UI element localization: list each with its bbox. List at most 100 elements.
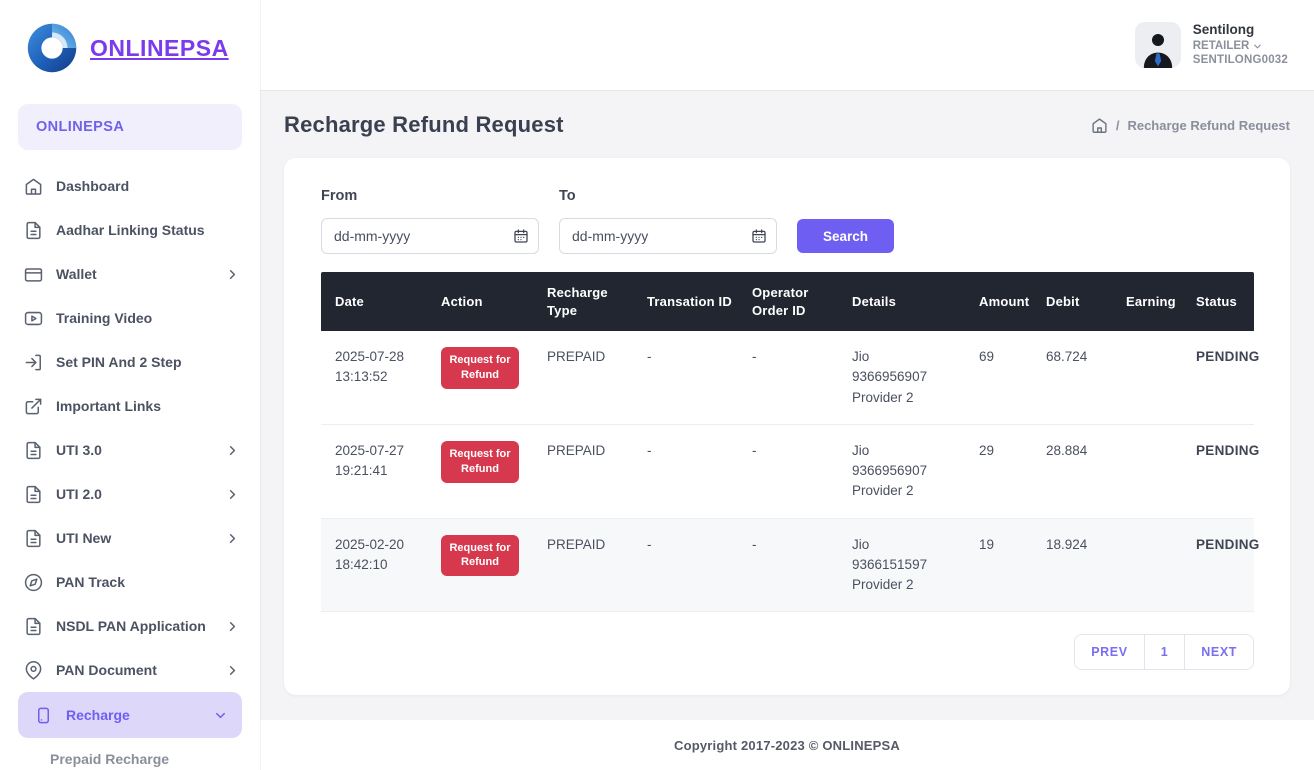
- status-badge: PENDING: [1196, 349, 1260, 364]
- sidebar-item-training-video[interactable]: Training Video: [0, 296, 260, 340]
- page-number-button[interactable]: 1: [1145, 635, 1186, 669]
- video-icon: [24, 309, 43, 328]
- request-refund-button[interactable]: Request for Refund: [441, 441, 519, 483]
- to-date-input[interactable]: [559, 218, 777, 254]
- row-recharge-type: PREPAID: [539, 424, 639, 518]
- sidebar-item-uti-20[interactable]: UTI 2.0: [0, 472, 260, 516]
- brand-logo[interactable]: ONLINEPSA: [0, 0, 260, 96]
- row-amount: 19: [971, 518, 1038, 612]
- sidebar-item-uti-30[interactable]: UTI 3.0: [0, 428, 260, 472]
- file-text-icon: [24, 221, 43, 240]
- table-row: 2025-02-2018:42:10 Request for Refund PR…: [321, 518, 1254, 612]
- row-transaction-id: -: [639, 424, 744, 518]
- request-refund-button[interactable]: Request for Refund: [441, 535, 519, 577]
- sidebar-item-aadhar-linking-status[interactable]: Aadhar Linking Status: [0, 208, 260, 252]
- wallet-icon: [24, 265, 43, 284]
- status-badge: PENDING: [1196, 443, 1260, 458]
- avatar: [1135, 22, 1181, 68]
- chevron-right-icon: [225, 619, 240, 634]
- col-operator-order-id: Operator Order ID: [744, 272, 844, 331]
- row-date: 2025-07-27: [335, 441, 425, 461]
- row-earning: [1118, 331, 1188, 424]
- sidebar-title: ONLINEPSA: [18, 104, 242, 150]
- col-status: Status: [1188, 272, 1254, 331]
- filter-bar: From To Search: [321, 188, 1253, 254]
- row-operator-order-id: -: [744, 424, 844, 518]
- chevron-right-icon: [225, 487, 240, 502]
- user-name: Sentilong: [1193, 22, 1288, 39]
- home-icon: [24, 177, 43, 196]
- chevron-right-icon: [225, 531, 240, 546]
- row-details: Jio9366956907Provider 2: [844, 424, 971, 518]
- chevron-down-icon: [213, 708, 228, 723]
- compass-icon: [24, 573, 43, 592]
- to-label: To: [559, 188, 777, 204]
- from-date-field: From: [321, 188, 539, 254]
- row-earning: [1118, 424, 1188, 518]
- row-debit: 68.724: [1038, 331, 1118, 424]
- smartphone-icon: [34, 706, 53, 725]
- main-area: Sentilong RETAILER SENTILONG0032 Recharg…: [260, 0, 1314, 770]
- sidebar-item-prepaid-recharge[interactable]: Prepaid Recharge: [0, 738, 260, 770]
- row-transaction-id: -: [639, 518, 744, 612]
- row-details: Jio9366151597Provider 2: [844, 518, 971, 612]
- user-meta: Sentilong RETAILER SENTILONG0032: [1193, 22, 1288, 68]
- sidebar-item-important-links[interactable]: Important Links: [0, 384, 260, 428]
- person-icon: [1138, 28, 1178, 68]
- col-date: Date: [321, 272, 433, 331]
- row-operator-order-id: -: [744, 331, 844, 424]
- title-row: Recharge Refund Request / Recharge Refun…: [284, 104, 1290, 142]
- row-date: 2025-02-20: [335, 535, 425, 555]
- sidebar-item-set-pin[interactable]: Set PIN And 2 Step: [0, 340, 260, 384]
- sidebar-item-nsdl-pan-application[interactable]: NSDL PAN Application: [0, 604, 260, 648]
- footer: Copyright 2017-2023 © ONLINEPSA: [260, 720, 1314, 770]
- breadcrumb-current: Recharge Refund Request: [1127, 118, 1290, 133]
- breadcrumb-separator: /: [1116, 118, 1120, 133]
- table-row: 2025-07-2719:21:41 Request for Refund PR…: [321, 424, 1254, 518]
- file-text-icon: [24, 617, 43, 636]
- next-page-button[interactable]: NEXT: [1185, 635, 1253, 669]
- brand-swirl-icon: [22, 17, 84, 79]
- from-label: From: [321, 188, 539, 204]
- chevron-down-icon: [1252, 41, 1263, 52]
- file-text-icon: [24, 485, 43, 504]
- prev-page-button[interactable]: PREV: [1075, 635, 1144, 669]
- copyright-text: Copyright 2017-2023 © ONLINEPSA: [674, 738, 900, 753]
- col-transaction-id: Transation ID: [639, 272, 744, 331]
- col-debit: Debit: [1038, 272, 1118, 331]
- row-operator-order-id: -: [744, 518, 844, 612]
- row-time: 18:42:10: [335, 555, 425, 575]
- home-icon[interactable]: [1091, 117, 1108, 134]
- sidebar-item-wallet[interactable]: Wallet: [0, 252, 260, 296]
- row-time: 19:21:41: [335, 461, 425, 481]
- brand-name: ONLINEPSA: [90, 35, 229, 62]
- row-earning: [1118, 518, 1188, 612]
- refund-request-card: From To Search: [284, 158, 1290, 695]
- sidebar-item-recharge[interactable]: Recharge: [18, 692, 242, 738]
- col-earning: Earning: [1118, 272, 1188, 331]
- pagination-row: PREV 1 NEXT: [321, 634, 1254, 670]
- page-content: Recharge Refund Request / Recharge Refun…: [260, 90, 1314, 720]
- search-button[interactable]: Search: [797, 219, 894, 253]
- user-role[interactable]: RETAILER: [1193, 39, 1288, 53]
- user-id: SENTILONG0032: [1193, 53, 1288, 67]
- request-refund-button[interactable]: Request for Refund: [441, 347, 519, 389]
- from-date-input[interactable]: [321, 218, 539, 254]
- breadcrumb: / Recharge Refund Request: [1091, 117, 1290, 134]
- sidebar-item-uti-new[interactable]: UTI New: [0, 516, 260, 560]
- sidebar-item-dashboard[interactable]: Dashboard: [0, 164, 260, 208]
- external-link-icon: [24, 397, 43, 416]
- sidebar-item-pan-track[interactable]: PAN Track: [0, 560, 260, 604]
- file-text-icon: [24, 441, 43, 460]
- map-pin-icon: [24, 661, 43, 680]
- page-title: Recharge Refund Request: [284, 112, 564, 138]
- row-date: 2025-07-28: [335, 347, 425, 367]
- sidebar-item-pan-document[interactable]: PAN Document: [0, 648, 260, 692]
- col-recharge-type: Recharge Type: [539, 272, 639, 331]
- row-details: Jio9366956907Provider 2: [844, 331, 971, 424]
- user-menu[interactable]: Sentilong RETAILER SENTILONG0032: [1135, 22, 1288, 68]
- log-in-icon: [24, 353, 43, 372]
- sidebar-nav: Dashboard Aadhar Linking Status Wallet T…: [0, 164, 260, 770]
- chevron-right-icon: [225, 443, 240, 458]
- row-debit: 28.884: [1038, 424, 1118, 518]
